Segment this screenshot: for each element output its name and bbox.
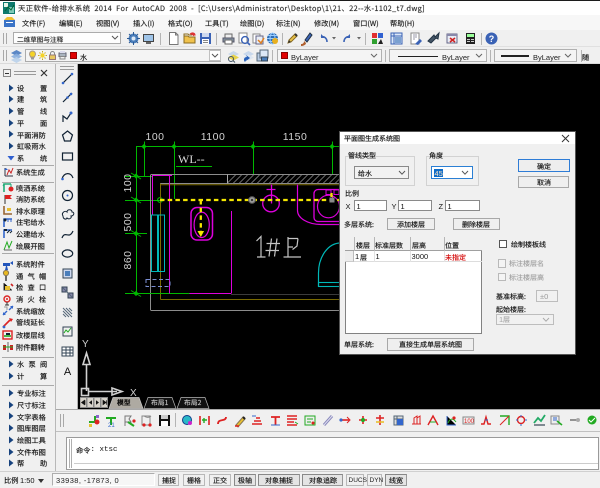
svg-text:100: 100 — [464, 419, 475, 425]
svg-text:21: 21 — [108, 423, 115, 429]
